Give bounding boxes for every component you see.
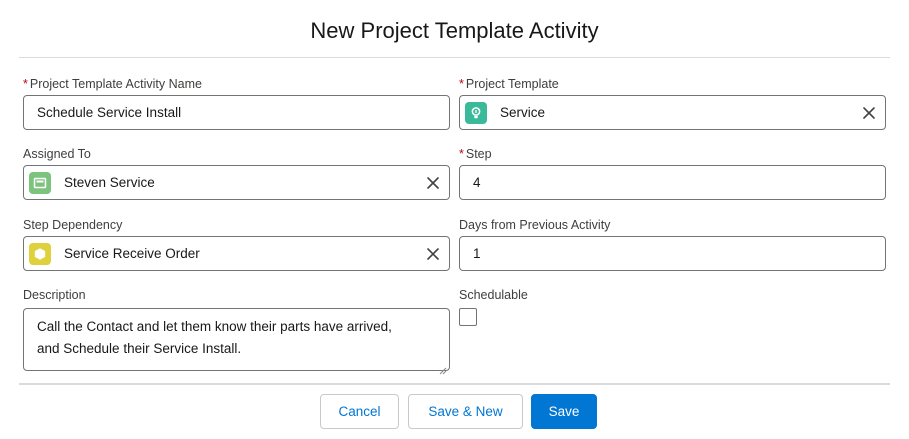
save-and-new-button[interactable]: Save & New bbox=[408, 394, 523, 429]
days-from-previous-label: Days from Previous Activity bbox=[459, 218, 611, 232]
project-template-field: * Project Template Service bbox=[459, 76, 886, 130]
activity-name-value: Schedule Service Install bbox=[37, 105, 182, 120]
required-marker: * bbox=[459, 77, 464, 91]
description-field: Description Call the Contact and let the… bbox=[23, 287, 450, 375]
schedulable-label: Schedulable bbox=[459, 288, 528, 302]
assigned-to-label: Assigned To bbox=[23, 147, 91, 161]
schedulable-checkbox[interactable] bbox=[459, 308, 477, 326]
step-input[interactable]: 4 bbox=[459, 165, 886, 200]
step-label: * Step bbox=[459, 147, 492, 161]
footer-divider bbox=[19, 383, 890, 385]
resize-handle-icon[interactable] bbox=[439, 360, 447, 375]
description-line: Call the Contact and let them know their… bbox=[37, 319, 392, 334]
description-line: and Schedule their Service Install. bbox=[37, 341, 242, 356]
description-label: Description bbox=[23, 288, 86, 302]
modal-title: New Project Template Activity bbox=[310, 18, 599, 43]
required-marker: * bbox=[459, 147, 464, 161]
activity-name-field: * Project Template Activity Name Schedule… bbox=[23, 76, 450, 130]
days-from-previous-field: Days from Previous Activity 1 bbox=[459, 217, 886, 271]
step-dependency-value: Service Receive Order bbox=[64, 246, 200, 261]
save-button[interactable]: Save bbox=[531, 394, 597, 429]
user-card-icon bbox=[29, 171, 51, 194]
clear-step-dependency-icon[interactable] bbox=[424, 245, 441, 262]
step-dependency-lookup[interactable]: Service Receive Order bbox=[23, 236, 450, 271]
required-marker: * bbox=[23, 77, 28, 91]
assigned-to-lookup[interactable]: Steven Service bbox=[23, 165, 450, 200]
assigned-to-field: Assigned To Steven Service bbox=[23, 146, 450, 200]
schedulable-field: Schedulable bbox=[459, 287, 659, 326]
step-value: 4 bbox=[473, 175, 481, 190]
cancel-button[interactable]: Cancel bbox=[320, 394, 399, 429]
step-field: * Step 4 bbox=[459, 146, 886, 200]
project-template-label: * Project Template bbox=[459, 77, 559, 91]
project-template-lookup[interactable]: Service bbox=[459, 95, 886, 130]
days-from-previous-input[interactable]: 1 bbox=[459, 236, 886, 271]
days-from-previous-value: 1 bbox=[473, 246, 481, 261]
assigned-to-value: Steven Service bbox=[64, 175, 155, 190]
clear-project-template-icon[interactable] bbox=[860, 104, 877, 121]
project-template-value: Service bbox=[500, 105, 546, 120]
hexagon-icon bbox=[29, 242, 51, 265]
step-dependency-label: Step Dependency bbox=[23, 218, 123, 232]
activity-name-input[interactable]: Schedule Service Install bbox=[23, 95, 450, 130]
clear-assigned-to-icon[interactable] bbox=[424, 174, 441, 191]
header-divider bbox=[19, 57, 890, 58]
description-textarea[interactable]: Call the Contact and let them know their… bbox=[23, 308, 450, 375]
lightbulb-icon bbox=[465, 101, 487, 124]
step-dependency-field: Step Dependency Service Receive Order bbox=[23, 217, 450, 271]
activity-name-label: * Project Template Activity Name bbox=[23, 77, 202, 91]
